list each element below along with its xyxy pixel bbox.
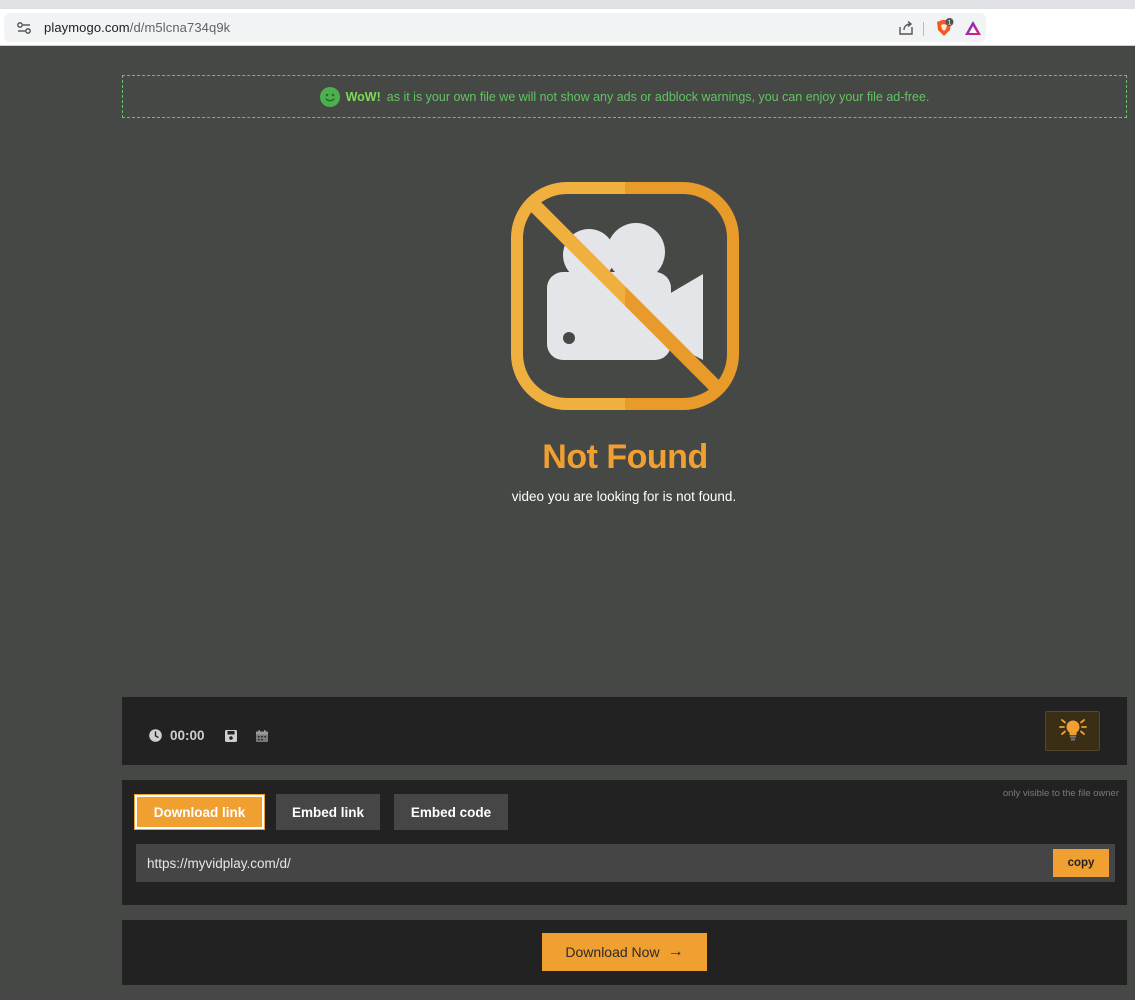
share-icon[interactable] xyxy=(897,19,915,37)
owner-only-note: only visible to the file owner xyxy=(1002,788,1119,799)
download-now-label: Download Now xyxy=(565,944,660,960)
link-url-input[interactable] xyxy=(136,844,1046,882)
clock-icon xyxy=(149,729,162,742)
url-box[interactable]: playmogo.com/d/m5lcna734q9k 1 xyxy=(4,13,986,42)
floppy-disk-icon xyxy=(225,729,237,742)
url-host: playmogo.com xyxy=(44,20,130,35)
download-now-button[interactable]: Download Now → xyxy=(542,933,707,971)
tab-download-link[interactable]: Download link xyxy=(134,794,265,830)
not-found-title: Not Found xyxy=(542,438,708,476)
url-path: /d/m5lcna734q9k xyxy=(129,20,231,35)
site-settings-icon[interactable] xyxy=(16,21,32,35)
toolbar-divider xyxy=(923,22,924,36)
link-url-field: copy xyxy=(136,844,1115,882)
browser-tabstrip xyxy=(0,0,1135,9)
lights-toggle-button[interactable] xyxy=(1045,711,1100,751)
copy-button[interactable]: copy xyxy=(1053,849,1109,877)
brave-shields-icon[interactable]: 1 xyxy=(933,17,955,39)
not-found-description: video you are looking for is not found. xyxy=(511,489,737,504)
banner-text: as it is your own file we will not show … xyxy=(386,89,930,104)
lightbulb-icon xyxy=(1058,719,1087,741)
share-links-panel: only visible to the file owner Download … xyxy=(122,780,1127,905)
calendar-icon xyxy=(256,729,268,742)
video-not-found-icon xyxy=(511,182,739,410)
tab-embed-link[interactable]: Embed link xyxy=(276,794,380,830)
browser-address-bar: playmogo.com/d/m5lcna734q9k 1 xyxy=(0,9,1135,46)
arrow-right-icon: → xyxy=(667,943,684,960)
player-info-bar: 00:00 xyxy=(122,697,1127,765)
banner-strong: WoW! xyxy=(345,89,381,104)
brave-rewards-icon[interactable] xyxy=(964,19,982,37)
duration-text: 00:00 xyxy=(170,728,205,743)
smile-icon xyxy=(319,86,340,107)
brave-badge-count: 1 xyxy=(948,19,952,26)
tab-embed-code[interactable]: Embed code xyxy=(394,794,508,830)
ad-free-banner: WoW! as it is your own file we will not … xyxy=(122,75,1127,118)
url-text[interactable]: playmogo.com/d/m5lcna734q9k xyxy=(44,20,230,35)
download-panel: Download Now → xyxy=(122,920,1127,985)
